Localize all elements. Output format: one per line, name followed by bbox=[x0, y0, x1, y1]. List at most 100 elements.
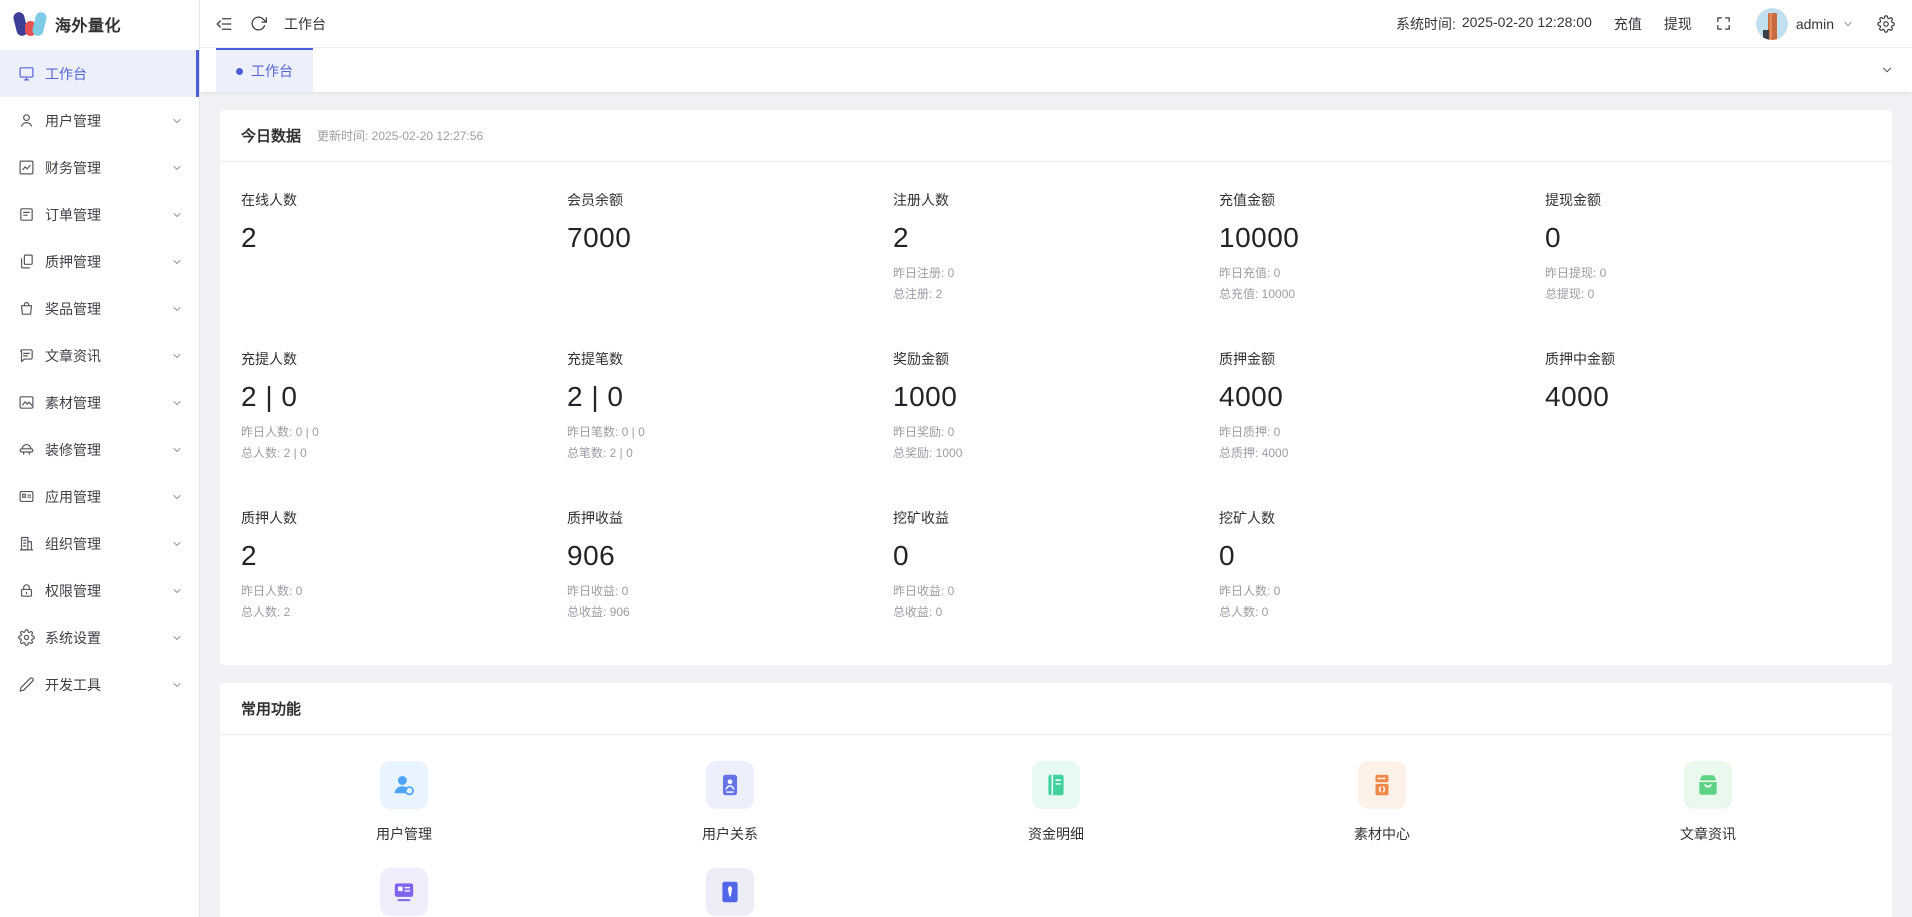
sidebar-item-label: 开发工具 bbox=[45, 675, 101, 695]
withdraw-button[interactable]: 提现 bbox=[1664, 14, 1692, 34]
shortcut-user-relations[interactable]: 用户关系 bbox=[567, 761, 893, 844]
sidebar-item-system-settings[interactable]: 系统设置 bbox=[0, 614, 199, 661]
stat-label: 会员余额 bbox=[567, 190, 893, 210]
stat-empty-cell bbox=[1545, 508, 1871, 623]
stat-pledge-users: 质押人数 2 昨日人数: 0 总人数: 2 bbox=[241, 508, 567, 623]
caret-down-icon bbox=[1842, 18, 1854, 30]
stat-value: 2 bbox=[241, 222, 567, 254]
shortcut-label: 用户关系 bbox=[702, 824, 758, 844]
refresh-icon[interactable] bbox=[248, 14, 268, 34]
shortcut-funds-detail[interactable]: 资金明细 bbox=[893, 761, 1219, 844]
chevron-down-icon bbox=[171, 538, 183, 550]
recharge-button[interactable]: 充值 bbox=[1614, 14, 1642, 34]
shortcut-administrators[interactable]: 管理员 bbox=[567, 868, 893, 917]
shortcut-articles[interactable]: 文章资讯 bbox=[1545, 761, 1871, 844]
article-box-icon bbox=[1684, 761, 1732, 809]
stat-sub: 总提现: 0 bbox=[1545, 284, 1871, 305]
shortcut-label: 资金明细 bbox=[1028, 824, 1084, 844]
sidebar-item-permissions[interactable]: 权限管理 bbox=[0, 567, 199, 614]
sidebar-item-pledge[interactable]: 质押管理 bbox=[0, 238, 199, 285]
sidebar-item-organization[interactable]: 组织管理 bbox=[0, 520, 199, 567]
shortcut-site-config[interactable]: 网站配置 bbox=[241, 868, 567, 917]
collapse-sidebar-icon[interactable] bbox=[214, 14, 234, 34]
fullscreen-icon[interactable] bbox=[1714, 14, 1734, 34]
stat-value: 2 | 0 bbox=[241, 381, 567, 413]
chevron-down-icon bbox=[171, 585, 183, 597]
user-menu[interactable]: admin bbox=[1756, 8, 1854, 40]
stat-label: 充提人数 bbox=[241, 349, 567, 369]
stat-label: 在线人数 bbox=[241, 190, 567, 210]
sidebar-item-dev-tools[interactable]: 开发工具 bbox=[0, 661, 199, 708]
sidebar-item-prizes[interactable]: 奖品管理 bbox=[0, 285, 199, 332]
card-title: 今日数据 bbox=[241, 125, 301, 146]
chevron-down-icon bbox=[171, 256, 183, 268]
stat-label: 注册人数 bbox=[893, 190, 1219, 210]
username: admin bbox=[1796, 16, 1834, 32]
sidebar-item-materials[interactable]: 素材管理 bbox=[0, 379, 199, 426]
sidebar-item-label: 用户管理 bbox=[45, 111, 101, 131]
today-data-card: 今日数据 更新时间: 2025-02-20 12:27:56 在线人数 2 会员… bbox=[220, 110, 1892, 665]
permission-lock-icon bbox=[18, 582, 35, 599]
stat-value: 0 bbox=[1545, 222, 1871, 254]
prize-bag-icon bbox=[18, 300, 35, 317]
stat-sub: 昨日人数: 0 bbox=[1219, 581, 1545, 602]
sidebar-item-workbench[interactable]: 工作台 bbox=[0, 50, 199, 97]
tab-actions-dropdown[interactable] bbox=[1862, 48, 1912, 92]
user-filled-icon bbox=[380, 761, 428, 809]
sidebar: 海外量化 工作台 用户管理 财务管理 订单管理 bbox=[0, 0, 200, 917]
sidebar-item-applications[interactable]: 应用管理 bbox=[0, 473, 199, 520]
shortcut-user-management[interactable]: 用户管理 bbox=[241, 761, 567, 844]
finance-chart-icon bbox=[18, 159, 35, 176]
sidebar-item-label: 订单管理 bbox=[45, 205, 101, 225]
header-right: 系统时间: 2025-02-20 12:28:00 充值 提现 admin bbox=[1396, 8, 1896, 40]
stat-sub: 总奖励: 1000 bbox=[893, 443, 1219, 464]
stat-mining-earnings: 挖矿收益 0 昨日收益: 0 总收益: 0 bbox=[893, 508, 1219, 623]
stat-value: 0 bbox=[1219, 540, 1545, 572]
stat-value: 906 bbox=[567, 540, 893, 572]
stat-member-balance: 会员余额 7000 bbox=[567, 190, 893, 305]
system-time-label: 系统时间: bbox=[1396, 14, 1456, 34]
stat-sub: 昨日人数: 0 | 0 bbox=[241, 422, 567, 443]
tab-bar: 工作台 bbox=[200, 48, 1912, 92]
top-header: 工作台 系统时间: 2025-02-20 12:28:00 充值 提现 admi… bbox=[200, 0, 1912, 48]
stat-sub: 总质押: 4000 bbox=[1219, 443, 1545, 464]
chevron-down-icon bbox=[171, 632, 183, 644]
today-card-header: 今日数据 更新时间: 2025-02-20 12:27:56 bbox=[220, 110, 1892, 162]
sidebar-item-finance[interactable]: 财务管理 bbox=[0, 144, 199, 191]
stat-sub: 昨日收益: 0 bbox=[893, 581, 1219, 602]
stat-sub: 总收益: 0 bbox=[893, 602, 1219, 623]
sidebar-item-label: 应用管理 bbox=[45, 487, 101, 507]
stat-sub: 昨日注册: 0 bbox=[893, 263, 1219, 284]
sidebar-item-users[interactable]: 用户管理 bbox=[0, 97, 199, 144]
dev-pen-icon bbox=[18, 676, 35, 693]
breadcrumb: 工作台 bbox=[284, 14, 326, 34]
tab-workbench[interactable]: 工作台 bbox=[216, 48, 313, 92]
stat-label: 充提笔数 bbox=[567, 349, 893, 369]
stat-value: 2 bbox=[893, 222, 1219, 254]
shortcut-label: 素材中心 bbox=[1354, 824, 1410, 844]
stat-value: 1000 bbox=[893, 381, 1219, 413]
user-icon bbox=[18, 112, 35, 129]
stat-sub: 昨日提现: 0 bbox=[1545, 263, 1871, 284]
stat-sub: 总人数: 2 | 0 bbox=[241, 443, 567, 464]
settings-gear-icon[interactable] bbox=[1876, 14, 1896, 34]
sidebar-item-decoration[interactable]: 装修管理 bbox=[0, 426, 199, 473]
stats-grid: 在线人数 2 会员余额 7000 注册人数 2 昨日注册: 0 bbox=[220, 162, 1892, 665]
stat-sub: 总人数: 2 bbox=[241, 602, 567, 623]
main-area: 工作台 系统时间: 2025-02-20 12:28:00 充值 提现 admi… bbox=[200, 0, 1912, 917]
shortcuts-card-header: 常用功能 bbox=[220, 683, 1892, 735]
stat-sub: 昨日质押: 0 bbox=[1219, 422, 1545, 443]
stat-registered-users: 注册人数 2 昨日注册: 0 总注册: 2 bbox=[893, 190, 1219, 305]
stat-value: 4000 bbox=[1545, 381, 1871, 413]
stat-sub: 昨日人数: 0 bbox=[241, 581, 567, 602]
sidebar-item-articles[interactable]: 文章资讯 bbox=[0, 332, 199, 379]
sidebar-menu: 工作台 用户管理 财务管理 订单管理 质押管理 bbox=[0, 48, 199, 917]
sidebar-item-orders[interactable]: 订单管理 bbox=[0, 191, 199, 238]
avatar[interactable] bbox=[1756, 8, 1788, 40]
shortcut-material-center[interactable]: 素材中心 bbox=[1219, 761, 1545, 844]
stat-value: 2 bbox=[241, 540, 567, 572]
active-tab-dot-icon bbox=[236, 68, 243, 75]
sidebar-item-label: 系统设置 bbox=[45, 628, 101, 648]
order-document-icon bbox=[18, 206, 35, 223]
org-building-icon bbox=[18, 535, 35, 552]
